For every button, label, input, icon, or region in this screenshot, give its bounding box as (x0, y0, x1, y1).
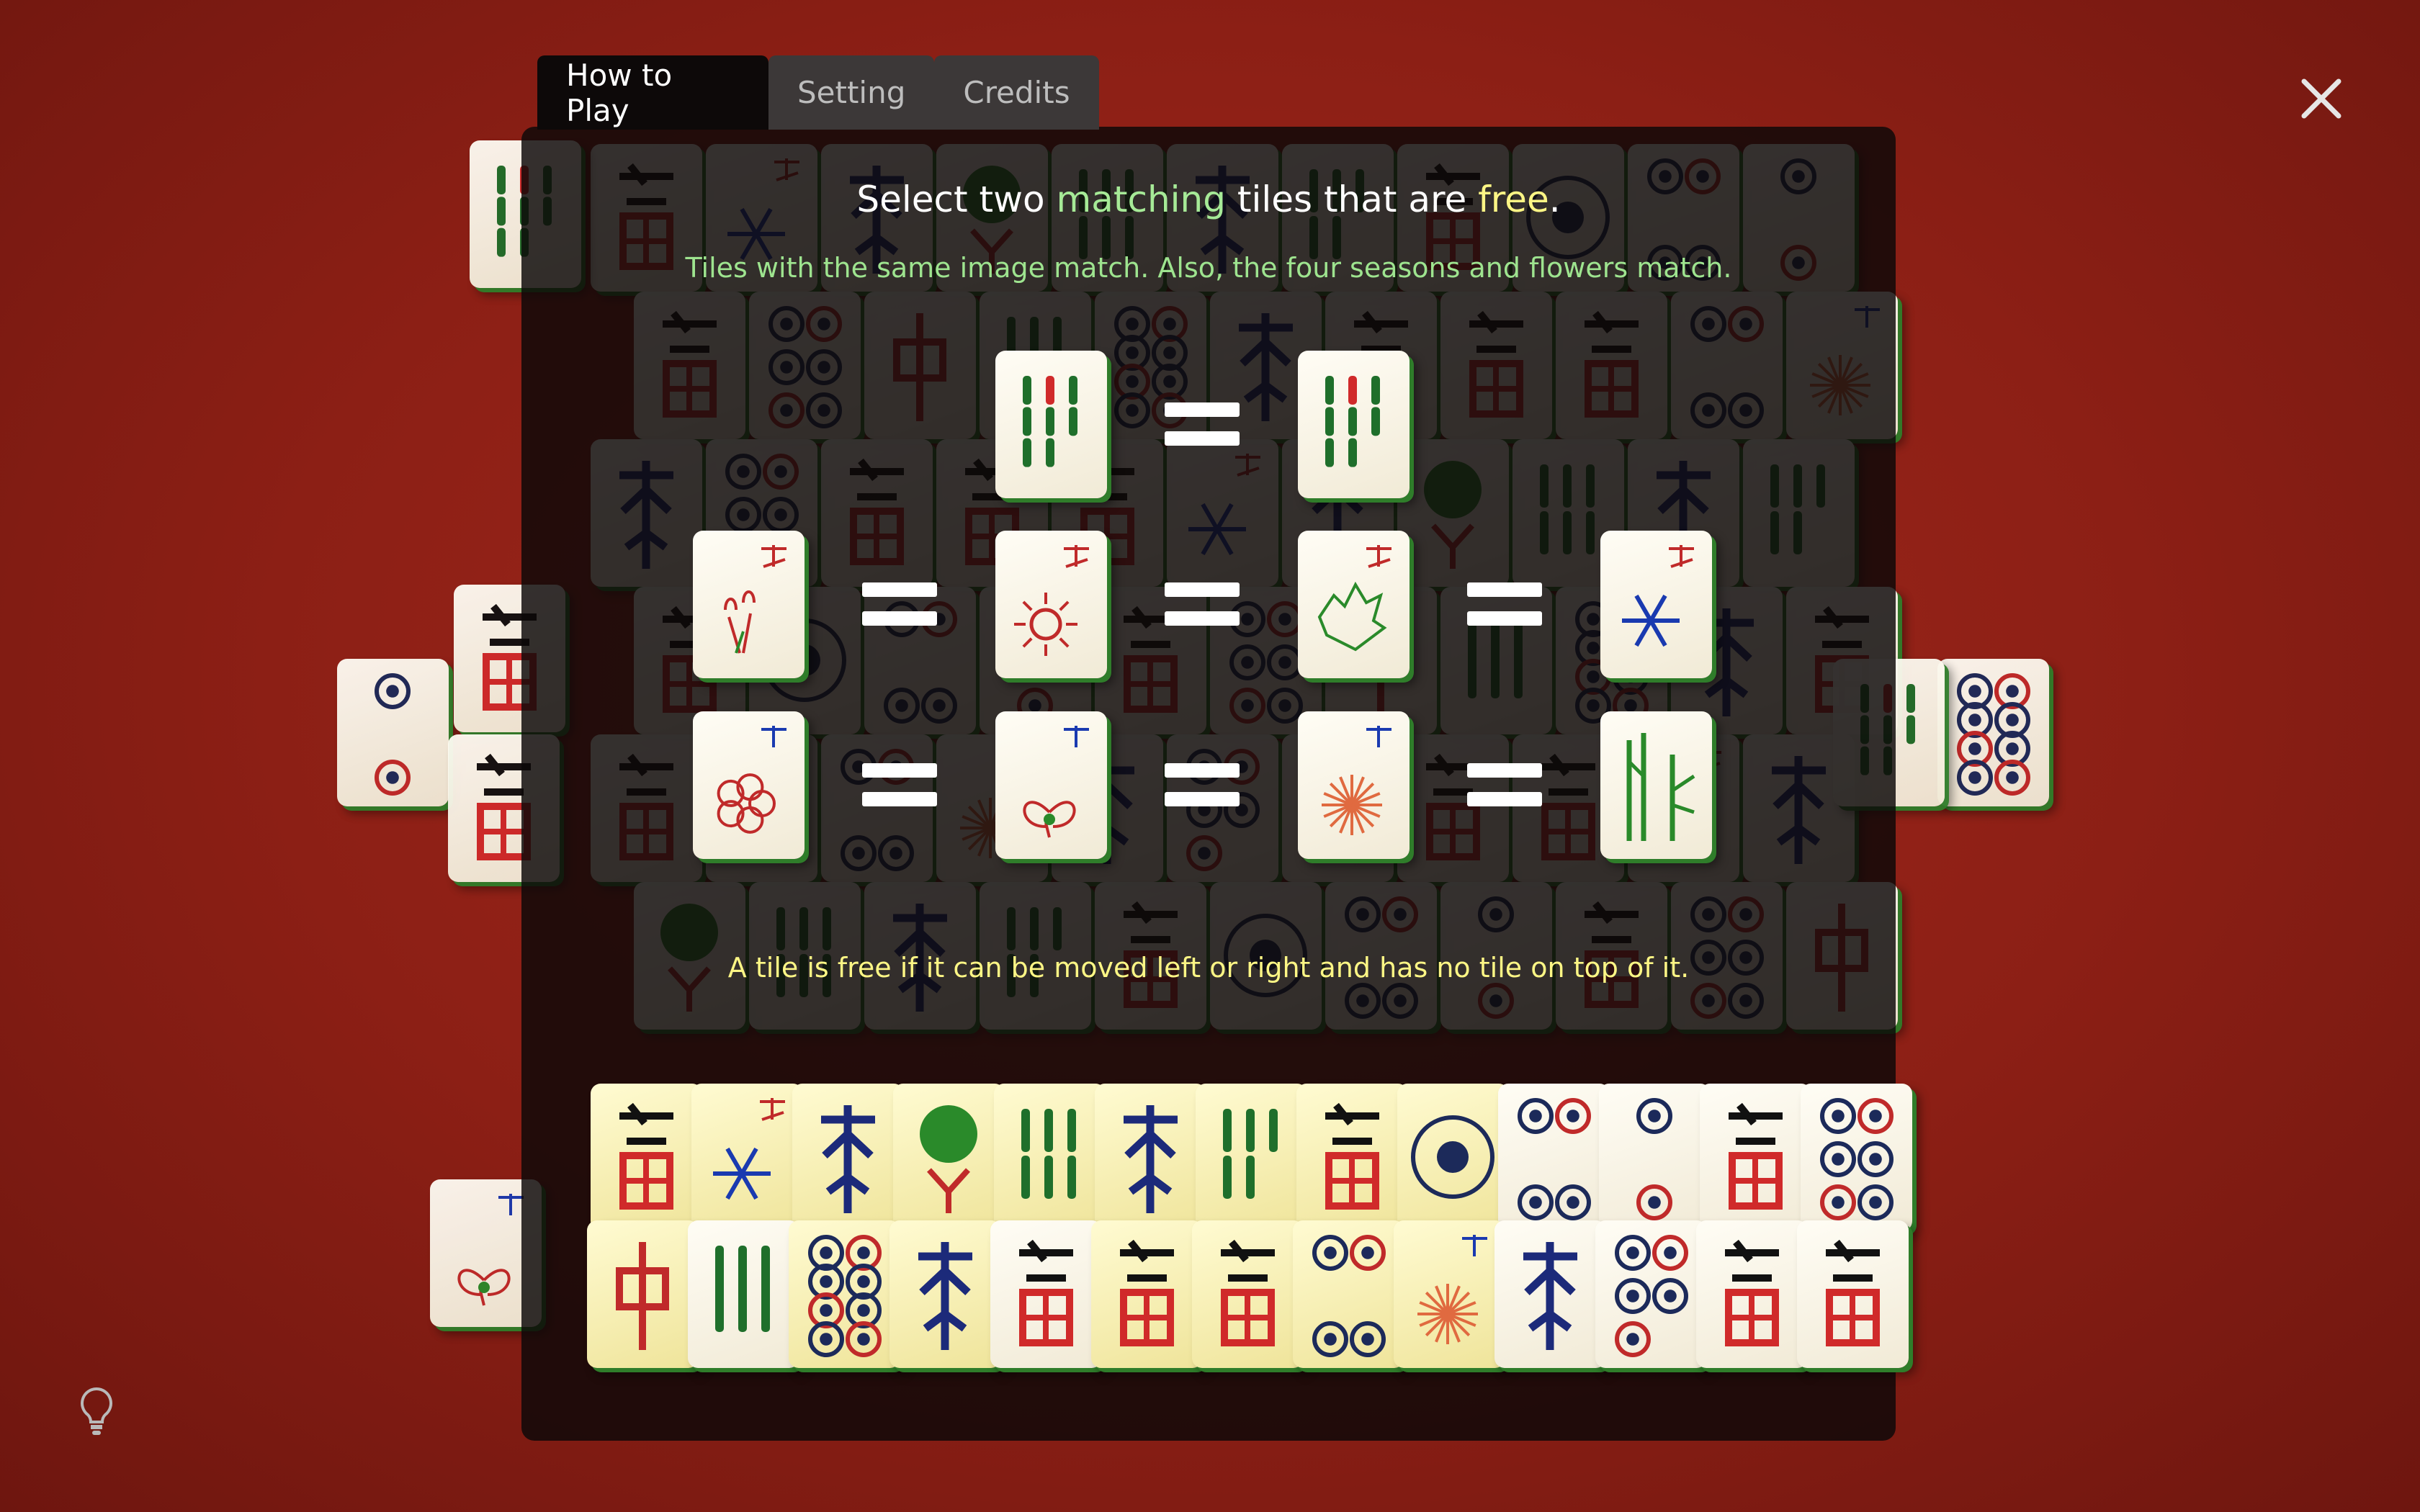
circle-tile-icon (1615, 1235, 1688, 1357)
example-tile-bamboo-8[interactable] (995, 351, 1107, 498)
tab-setting[interactable]: Setting (768, 55, 935, 130)
bird-tile-icon (920, 1105, 977, 1213)
example-tile-bamboo-8[interactable] (1298, 351, 1410, 498)
character-tile-icon (1325, 1102, 1379, 1210)
board-tile[interactable] (1937, 659, 2049, 806)
title-highlight-free: free (1478, 179, 1549, 220)
equals-icon (1165, 763, 1240, 806)
board-tile[interactable] (1397, 1084, 1509, 1231)
wind-tile-icon (821, 1105, 875, 1213)
equals-icon (1165, 402, 1240, 446)
character-tile-icon (1826, 1239, 1880, 1346)
board-tile[interactable] (1192, 1220, 1304, 1368)
title-text: tiles that are (1225, 179, 1479, 220)
board-tile[interactable] (1801, 1084, 1912, 1231)
equals-icon (862, 763, 937, 806)
board-tile[interactable] (889, 1220, 1001, 1368)
board-tile[interactable] (587, 1220, 699, 1368)
flower-tile-icon (1322, 726, 1392, 835)
season-tile-icon (1622, 545, 1694, 647)
close-icon[interactable] (2300, 77, 2343, 120)
board-tile[interactable] (1095, 1084, 1206, 1231)
board-tile[interactable] (1196, 1084, 1307, 1231)
example-tile-season-winter[interactable] (1600, 531, 1712, 678)
board-tile[interactable] (1293, 1220, 1404, 1368)
flower-tile-icon (717, 726, 786, 834)
character-tile-icon (1019, 1239, 1073, 1346)
wind-tile-icon (918, 1242, 972, 1350)
tab-how-to-play[interactable]: How to Play (537, 55, 768, 130)
dragon-tile-icon (616, 1242, 669, 1350)
circle-tile-icon (808, 1235, 882, 1357)
character-tile-icon (1120, 1239, 1174, 1346)
example-tile-flower-chrysanthemum[interactable] (1298, 711, 1410, 859)
board-tile[interactable] (1091, 1220, 1203, 1368)
example-tile-season-summer[interactable] (995, 531, 1107, 678)
lightbulb-icon[interactable] (78, 1386, 115, 1438)
flower-tile-icon (1626, 733, 1695, 841)
equals-icon (862, 582, 937, 626)
board-tile[interactable] (990, 1220, 1102, 1368)
circle-tile-icon (1636, 1098, 1672, 1220)
character-tile-icon (1729, 1102, 1783, 1210)
title-text: . (1549, 179, 1561, 220)
circle-tile-icon (375, 673, 411, 796)
board-tile[interactable] (1797, 1220, 1909, 1368)
equals-icon (1165, 582, 1240, 626)
bamboo-tile-icon (1325, 376, 1380, 467)
board-tile[interactable] (893, 1084, 1005, 1231)
circle-tile-icon (1820, 1098, 1894, 1220)
bamboo-tile-icon (1023, 376, 1077, 467)
season-tile-icon (1317, 545, 1392, 652)
instruction-subtitle: Tiles with the same image match. Also, t… (685, 252, 1732, 284)
example-tile-flower-plum[interactable] (693, 711, 805, 859)
equals-icon (1467, 582, 1542, 626)
board-tile[interactable] (1296, 1084, 1408, 1231)
season-tile-icon (713, 1098, 785, 1200)
circle-tile-icon (1411, 1115, 1494, 1199)
example-tile-season-spring[interactable] (693, 531, 805, 678)
tab-bar: How to Play Setting Credits (537, 55, 1099, 130)
board-tile[interactable] (994, 1084, 1106, 1231)
character-tile-icon (1221, 1239, 1275, 1346)
board-tile[interactable] (1394, 1220, 1505, 1368)
tab-credits[interactable]: Credits (934, 55, 1099, 130)
season-tile-icon (1014, 545, 1089, 656)
wind-tile-icon (1124, 1105, 1178, 1213)
bamboo-tile-icon (1021, 1109, 1076, 1199)
board-tile[interactable] (688, 1220, 799, 1368)
board-tile[interactable] (691, 1084, 803, 1231)
example-tile-flower-orchid[interactable] (995, 711, 1107, 859)
equals-icon (1467, 763, 1542, 806)
title-text: Select two (856, 179, 1057, 220)
season-tile-icon (724, 545, 786, 654)
circle-tile-icon (1957, 673, 2030, 796)
example-tile-season-autumn[interactable] (1298, 531, 1410, 678)
flower-tile-icon (1417, 1235, 1487, 1344)
board-tile[interactable] (1599, 1084, 1711, 1231)
board-tile[interactable] (1595, 1220, 1707, 1368)
board-tile[interactable] (792, 1084, 904, 1231)
example-tile-flower-bamboo[interactable] (1600, 711, 1712, 859)
bamboo-tile-icon (1223, 1109, 1278, 1199)
board-tile[interactable] (591, 1084, 702, 1231)
circle-tile-icon (1518, 1098, 1591, 1220)
board-tile[interactable] (1696, 1220, 1808, 1368)
free-tile-rule: A tile is free if it can be moved left o… (727, 952, 1690, 984)
character-tile-icon (619, 1102, 673, 1210)
board-tile[interactable] (1494, 1220, 1606, 1368)
title-highlight-matching: matching (1056, 179, 1226, 220)
board-tile[interactable] (337, 659, 449, 806)
wind-tile-icon (1523, 1242, 1577, 1350)
instruction-title: Select two matching tiles that are free. (521, 179, 1896, 220)
board-tile[interactable] (1700, 1084, 1811, 1231)
circle-tile-icon (1312, 1235, 1386, 1357)
board-tile[interactable] (1498, 1084, 1610, 1231)
board-tile[interactable] (789, 1220, 900, 1368)
character-tile-icon (1725, 1239, 1779, 1346)
bamboo-tile-icon (715, 1246, 770, 1332)
flower-tile-icon (1023, 726, 1089, 838)
